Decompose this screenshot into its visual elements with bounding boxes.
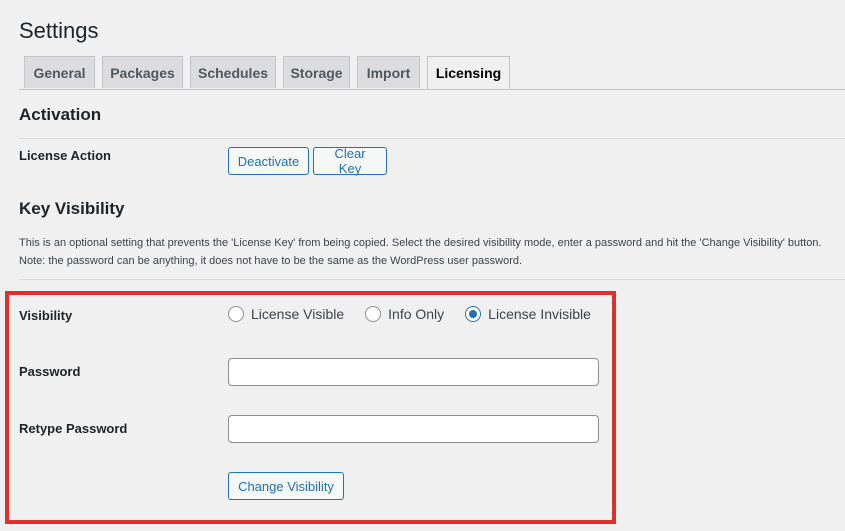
activation-heading: Activation <box>19 105 102 124</box>
radio-option-info-only[interactable]: Info Only <box>365 306 444 322</box>
key-visibility-heading: Key Visibility <box>19 199 125 218</box>
visibility-radio-group: License Visible Info Only License Invisi… <box>228 306 591 322</box>
change-visibility-button[interactable]: Change Visibility <box>228 472 344 500</box>
tab-schedules[interactable]: Schedules <box>190 56 276 88</box>
license-invisible-label: License Invisible <box>488 306 591 322</box>
retype-password-field[interactable] <box>228 415 599 443</box>
key-visibility-note: Note: the password can be anything, it d… <box>19 255 523 267</box>
retype-password-label: Retype Password <box>19 421 128 436</box>
tab-storage[interactable]: Storage <box>283 56 350 88</box>
tabs-divider <box>19 89 845 90</box>
key-visibility-divider <box>19 279 845 280</box>
key-visibility-description: This is an optional setting that prevent… <box>19 237 822 249</box>
activation-divider <box>19 138 845 139</box>
radio-option-license-invisible[interactable]: License Invisible <box>465 306 591 322</box>
info-only-radio[interactable] <box>365 306 382 322</box>
page-title: Settings <box>19 18 99 43</box>
license-visible-radio[interactable] <box>228 306 244 322</box>
radio-option-license-visible[interactable]: License Visible <box>228 306 344 322</box>
tab-general[interactable]: General <box>24 56 95 88</box>
password-label: Password <box>19 364 81 379</box>
license-invisible-radio[interactable] <box>465 306 482 322</box>
tab-import[interactable]: Import <box>357 56 420 88</box>
tab-packages[interactable]: Packages <box>102 56 183 88</box>
info-only-label: Info Only <box>388 306 445 322</box>
visibility-label: Visibility <box>19 308 73 323</box>
password-field[interactable] <box>228 358 599 386</box>
license-action-label: License Action <box>19 148 111 163</box>
license-visible-label: License Visible <box>251 306 345 322</box>
settings-tabs: General Packages Schedules Storage Impor… <box>24 56 510 90</box>
tab-licensing[interactable]: Licensing <box>427 56 510 90</box>
deactivate-button[interactable]: Deactivate <box>228 147 309 175</box>
clear-key-button[interactable]: Clear Key <box>313 146 387 176</box>
